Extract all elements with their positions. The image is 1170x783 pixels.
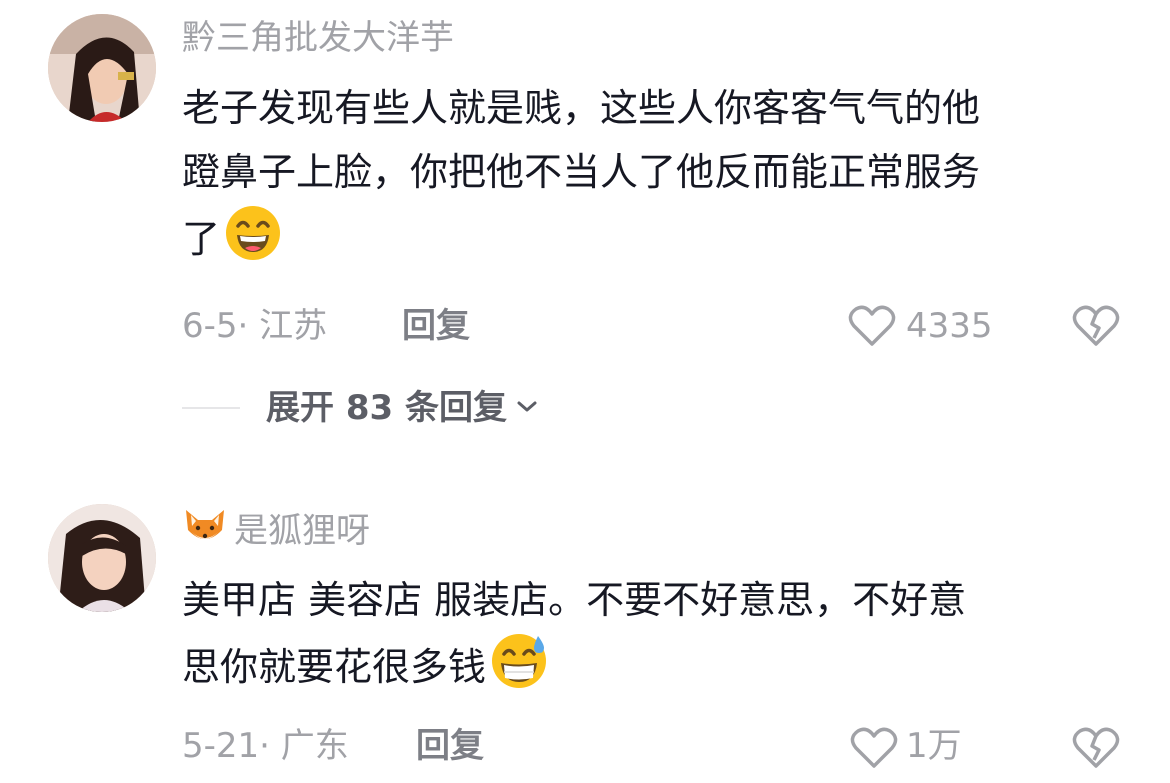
date-location: 5-21· 广东 [182,726,349,766]
reply-button[interactable]: 回复 [402,306,470,346]
comment-text: 美甲店 美容店 服装店。不要不好意思，不好意 思你就要花很多钱 [182,568,1122,709]
expand-replies-button[interactable]: 展开 83 条回复 [182,388,539,428]
comment-text-line: 蹬鼻子上脸，你把他不当人了他反而能正常服务 [182,150,981,194]
heart-outline-icon[interactable] [850,726,898,774]
grinning-face-emoji-icon [224,204,282,281]
fox-face-emoji-icon [182,508,228,557]
comment-text-line-last: 思你就要花很多钱 [182,632,1122,709]
avatar[interactable] [48,504,156,612]
expand-replies-label: 展开 83 条回复 [266,388,507,428]
comment-text-line: 美甲店 美容店 服装店。不要不好意思，不好意 [182,578,967,622]
broken-heart-outline-icon[interactable] [1072,726,1120,774]
comment-item: 黔三角批发大洋芋 老子发现有些人就是贱，这些人你客客气气的他 蹬鼻子上脸，你把他… [0,0,1170,470]
date-location: 6-5· 江苏 [182,306,328,346]
comment-text-line-last: 了 [182,204,1122,281]
divider [182,407,240,409]
heart-outline-icon[interactable] [848,304,896,352]
chevron-down-icon [515,397,539,419]
comment-text: 老子发现有些人就是贱，这些人你客客气气的他 蹬鼻子上脸，你把他不当人了他反而能正… [182,76,1122,281]
broken-heart-outline-icon[interactable] [1072,304,1120,352]
comment-text-line: 老子发现有些人就是贱，这些人你客客气气的他 [182,86,981,130]
username[interactable]: 是狐狸呀 [182,508,370,557]
like-count: 4335 [906,306,993,346]
avatar[interactable] [48,14,156,122]
grinning-sweat-emoji-icon [490,632,548,709]
comment-item: 是狐狸呀 美甲店 美容店 服装店。不要不好意思，不好意 思你就要花很多钱 5-2… [0,490,1170,783]
like-count: 1万 [906,726,962,766]
reply-button[interactable]: 回复 [416,726,484,766]
username[interactable]: 黔三角批发大洋芋 [182,18,454,58]
comment-text-line-tail: 了 [182,217,221,261]
comment-text-line-tail: 思你就要花很多钱 [182,645,487,689]
username-text: 是狐狸呀 [234,511,370,551]
